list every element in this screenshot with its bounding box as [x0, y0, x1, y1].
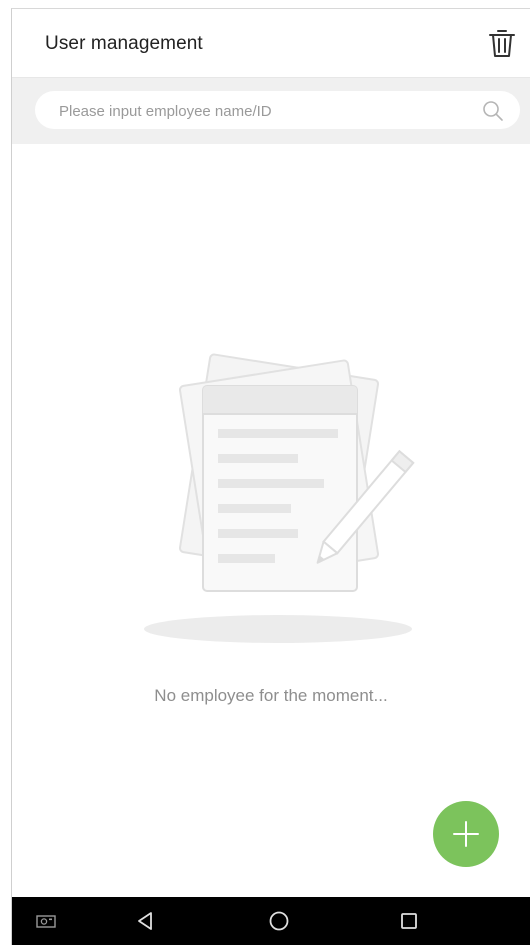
screenshot-button[interactable]: [16, 897, 76, 945]
system-nav-bar: [12, 897, 530, 945]
search-bar: [12, 78, 530, 144]
search-box: [35, 91, 520, 131]
page-title: User management: [45, 33, 203, 54]
empty-illustration: [142, 344, 417, 654]
search-icon[interactable]: [482, 100, 504, 122]
recents-icon: [401, 913, 417, 929]
screenshot-icon: [36, 915, 56, 928]
illustration-shadow: [144, 615, 412, 643]
home-icon: [269, 911, 289, 931]
add-employee-button[interactable]: [433, 801, 499, 867]
trash-icon[interactable]: [488, 27, 516, 59]
header-bar: User management: [12, 9, 530, 78]
app-screen: User management Please input employee na…: [11, 8, 530, 945]
plus-icon: [453, 821, 479, 847]
home-button[interactable]: [249, 897, 309, 945]
recents-button[interactable]: [379, 897, 439, 945]
empty-message: No employee for the moment...: [154, 686, 388, 705]
back-icon: [138, 912, 152, 930]
search-input[interactable]: [57, 91, 472, 131]
back-button[interactable]: [115, 897, 175, 945]
